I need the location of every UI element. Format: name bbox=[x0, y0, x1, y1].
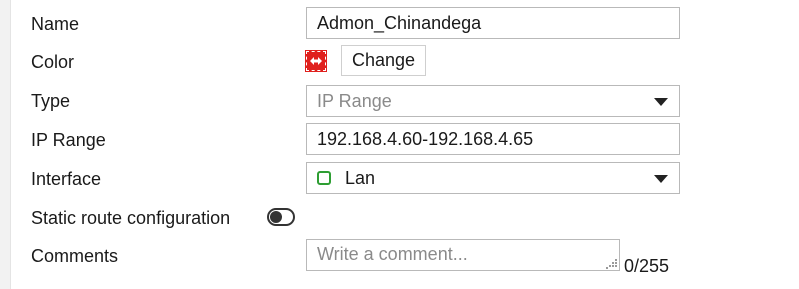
chevron-down-icon bbox=[654, 175, 668, 183]
left-panel-edge bbox=[0, 0, 11, 289]
port-icon bbox=[317, 170, 331, 185]
name-input[interactable]: Admon_Chinandega bbox=[306, 7, 680, 39]
comments-textarea[interactable] bbox=[306, 239, 620, 271]
interface-select[interactable]: Lan bbox=[306, 162, 680, 194]
color-label: Color bbox=[31, 52, 75, 72]
color-swatch bbox=[305, 50, 327, 72]
change-color-button[interactable]: Change bbox=[341, 45, 427, 76]
toggle-knob bbox=[270, 211, 282, 223]
resize-grip-icon[interactable] bbox=[606, 258, 617, 269]
static-route-label: Static route configuration bbox=[31, 208, 231, 228]
comments-label: Comments bbox=[31, 246, 119, 266]
chevron-down-icon bbox=[654, 98, 668, 106]
double-arrow-icon bbox=[310, 57, 322, 65]
type-select-value: IP Range bbox=[317, 91, 392, 111]
address-edit-form: Name Admon_Chinandega Color Change Type … bbox=[0, 0, 799, 289]
interface-select-value: Lan bbox=[345, 168, 376, 188]
type-select[interactable]: IP Range bbox=[306, 85, 680, 117]
name-label: Name bbox=[31, 14, 80, 34]
static-route-toggle[interactable] bbox=[267, 208, 295, 226]
type-label: Type bbox=[31, 91, 71, 111]
ip-range-label: IP Range bbox=[31, 130, 106, 150]
comment-char-counter: 0/255 bbox=[624, 256, 670, 276]
ip-range-input[interactable]: 192.168.4.60-192.168.4.65 bbox=[306, 123, 680, 155]
interface-label: Interface bbox=[31, 169, 102, 189]
